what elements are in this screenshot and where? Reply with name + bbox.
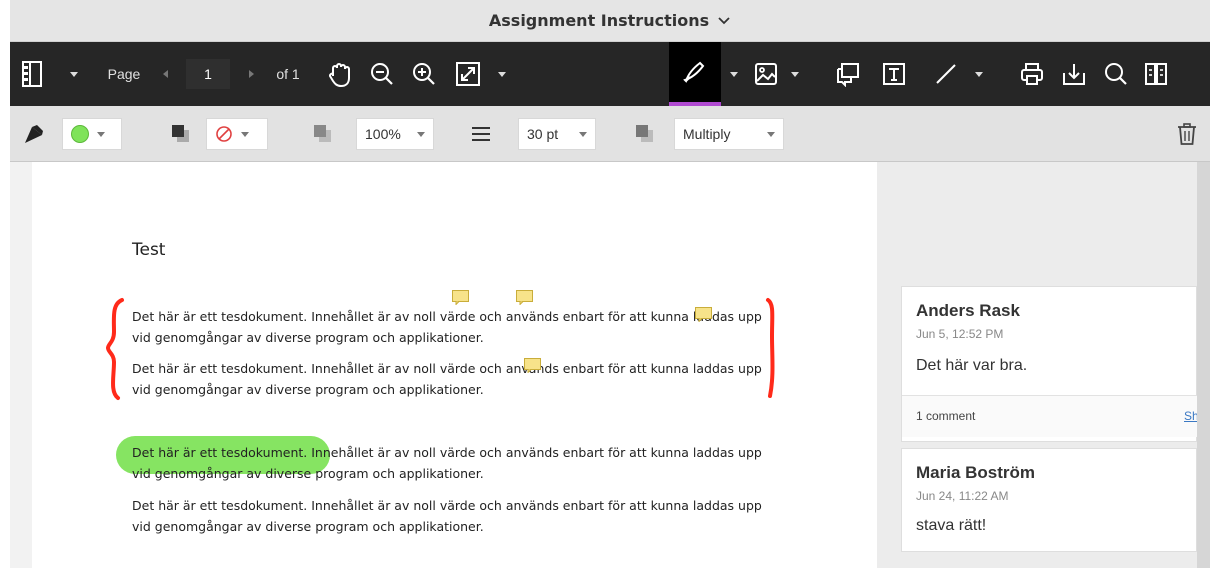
pdf-annotator-app: Assignment Instructions Page of 1 [0,0,1210,568]
comment-card[interactable]: Anders Rask Jun 5, 12:52 PM Det här var … [901,286,1199,442]
search-icon[interactable] [1098,42,1134,106]
opacity-value: 100% [365,126,401,142]
comment-body: stava rätt! [916,517,987,534]
line-options-dropdown[interactable] [970,42,988,106]
paragraph-4: Det här är ett tesdokument. Innehållet ä… [132,495,782,537]
image-icon[interactable] [748,42,784,106]
paragraph-line: vid genomgångar av diverse program och a… [132,382,484,397]
fit-page-icon[interactable] [450,42,486,106]
paragraph-1: Det här är ett tesdokument. Innehållet ä… [132,306,782,348]
blend-mode-value: Multiply [683,126,731,142]
page-label: Page [107,66,141,82]
opacity-icon[interactable] [312,106,334,162]
image-options-dropdown[interactable] [786,42,804,106]
freehand-pen-icon[interactable] [669,42,721,106]
line-width-select[interactable]: 30 pt [518,118,596,150]
page-number-input[interactable] [186,59,230,89]
comment-date: Jun 24, 11:22 AM [916,489,1009,503]
zoom-in-icon[interactable] [406,42,442,106]
paragraph-2: Det här är ett tesdokument. Innehållet ä… [132,358,782,400]
comments-panel: Anders Rask Jun 5, 12:52 PM Det här var … [877,162,1210,568]
paragraph-line: vid genomgångar av diverse program och a… [132,519,484,534]
comment-body: Det här var bra. [916,357,1028,374]
comment-icon[interactable] [830,42,866,106]
blend-mode-icon[interactable] [634,106,656,162]
blend-mode-select[interactable]: Multiply [674,118,784,150]
comment-marker-icon[interactable] [516,290,533,305]
paragraph-line: Det här är ett tesdokument. Innehållet ä… [132,445,762,460]
comment-card[interactable]: Maria Boström Jun 24, 11:22 AM stava rät… [901,448,1197,552]
no-fill-icon [216,126,232,142]
right-bracket-annotation[interactable] [760,296,784,400]
border-color-icon[interactable] [170,106,192,162]
document-viewer[interactable]: Test Det här är ett tesdokument. Innehål… [10,162,877,568]
download-icon[interactable] [1056,42,1092,106]
document-page[interactable]: Test Det här är ett tesdokument. Innehål… [32,162,877,568]
document-heading: Test [132,240,166,260]
document-title[interactable]: Assignment Instructions [489,11,709,30]
comment-date: Jun 5, 12:52 PM [916,327,1004,341]
paragraph-3: Det här är ett tesdokument. Innehållet ä… [132,442,782,484]
comment-count: 1 comment [916,409,976,423]
comment-marker-icon[interactable] [452,290,469,305]
annotation-properties-bar: 100% 30 pt Multiply [10,106,1210,162]
line-icon[interactable] [928,42,964,106]
paragraph-line: vid genomgångar av diverse program och a… [132,466,484,481]
pan-hand-icon[interactable] [322,42,358,106]
comment-author: Maria Boström [916,463,1036,482]
comment-author: Anders Rask [916,301,1020,320]
stroke-color-select[interactable] [62,118,122,150]
paragraph-line: Det här är ett tesdokument. Innehållet ä… [132,361,762,376]
text-box-icon[interactable] [876,42,912,106]
document-title-bar[interactable]: Assignment Instructions [10,0,1210,42]
opacity-select[interactable]: 100% [356,118,434,150]
sidebar-options-dropdown[interactable] [64,42,84,106]
pen-options-dropdown[interactable] [725,42,743,106]
zoom-out-icon[interactable] [364,42,400,106]
comments-scrollbar[interactable] [1197,162,1210,568]
line-width-value: 30 pt [527,126,559,142]
compare-icon[interactable] [1138,42,1174,106]
ink-color-icon[interactable] [22,106,46,162]
line-width-icon[interactable] [470,106,492,162]
zoom-options-dropdown[interactable] [492,42,512,106]
next-page-button[interactable] [244,42,258,106]
paragraph-line: Det här är ett tesdokument. Innehållet ä… [132,498,762,513]
fill-color-select[interactable] [206,118,268,150]
main-toolbar: Page of 1 [10,42,1210,106]
sidebar-toggle-icon[interactable] [18,42,46,106]
stroke-color-swatch [71,125,89,143]
comment-marker-icon[interactable] [524,358,541,373]
comment-footer: 1 comment Sh [902,395,1199,437]
comment-marker-icon[interactable] [695,307,712,322]
left-bracket-annotation[interactable] [104,296,128,402]
prev-page-button[interactable] [158,42,172,106]
print-icon[interactable] [1014,42,1050,106]
paragraph-line: Det här är ett tesdokument. Innehållet ä… [132,309,762,324]
delete-icon[interactable] [1176,106,1198,162]
paragraph-line: vid genomgångar av diverse program och a… [132,330,484,345]
chevron-down-icon[interactable] [717,14,731,28]
page-total: of 1 [276,66,300,82]
